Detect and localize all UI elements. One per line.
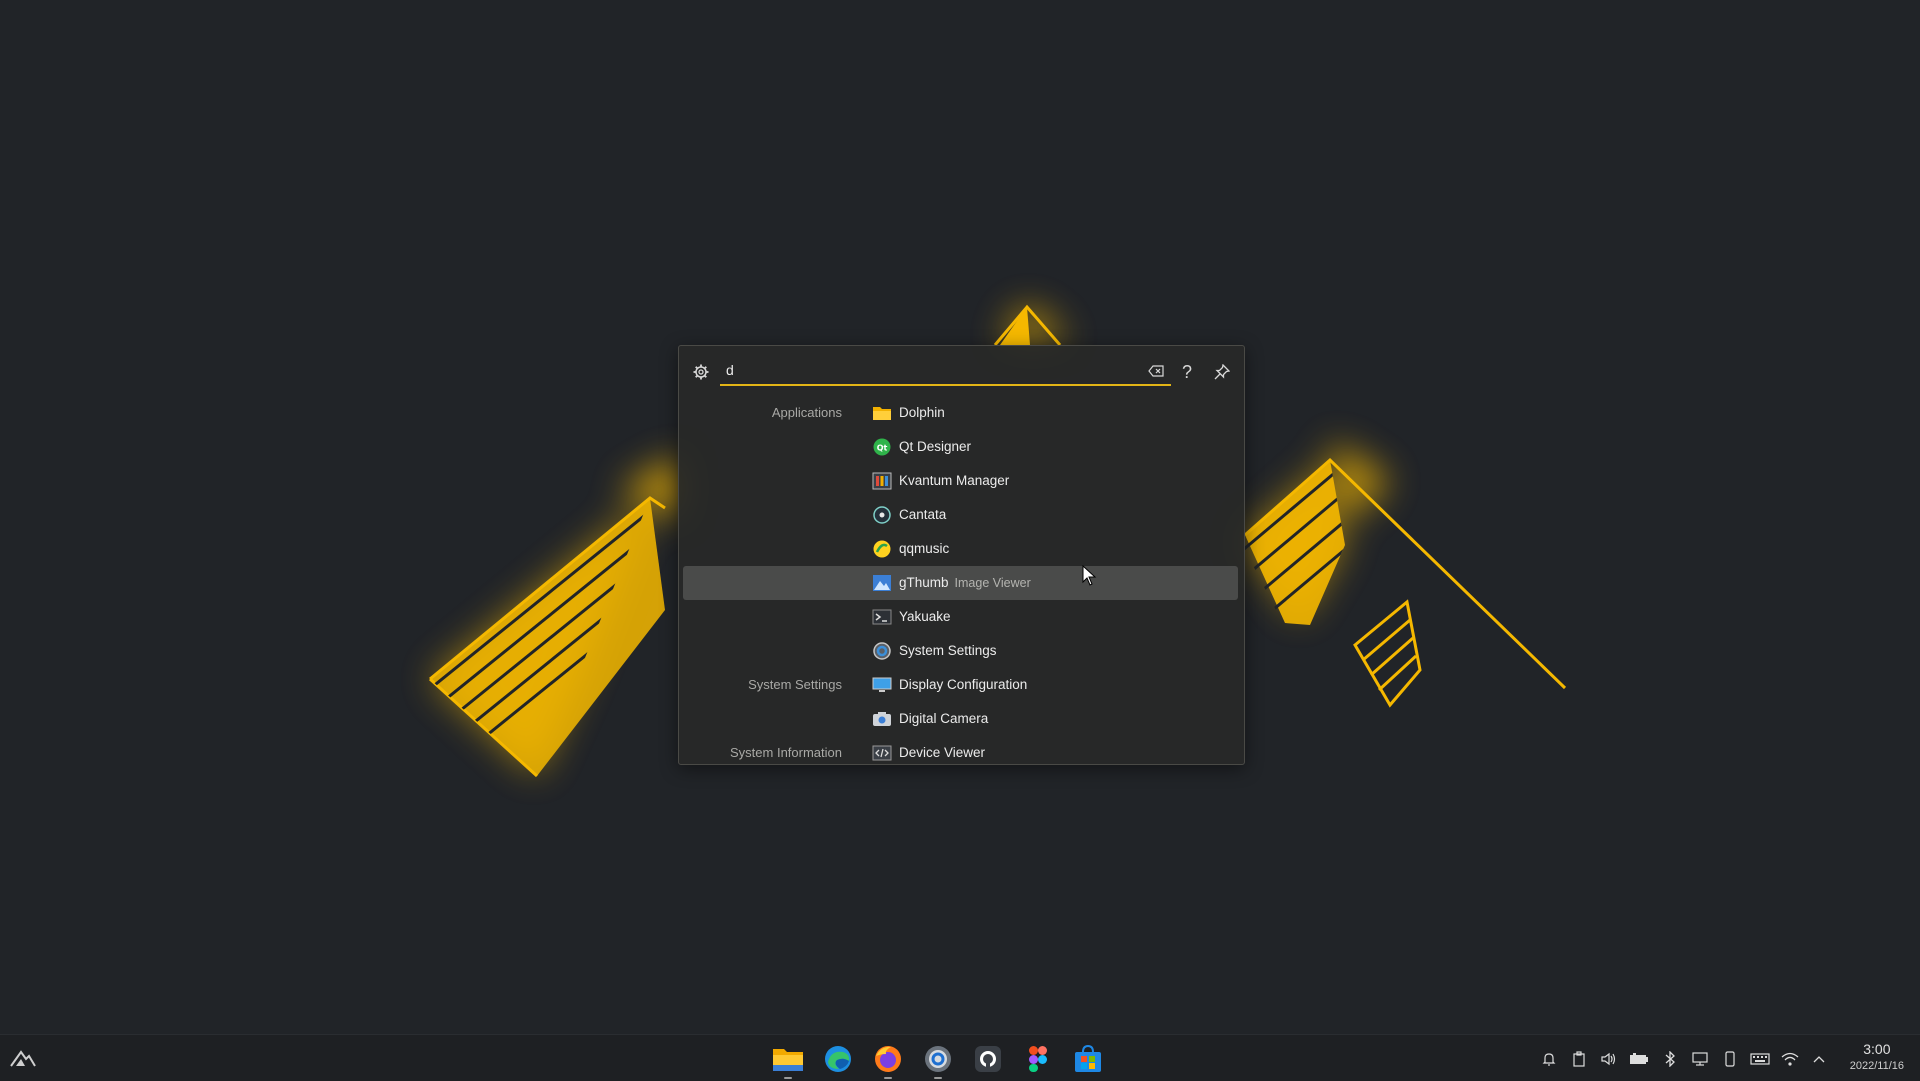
application-launcher[interactable] (8, 1044, 38, 1072)
result-kvantum-manager[interactable]: Kvantum Manager (683, 464, 1238, 498)
tray-clipboard[interactable] (1569, 1049, 1589, 1069)
clock-time: 3:00 (1863, 1041, 1891, 1057)
pin-icon (1214, 364, 1230, 380)
tray-keyboard[interactable] (1750, 1049, 1770, 1069)
taskbar: 3:00 2022/11/16 (0, 1034, 1920, 1081)
camera-icon (873, 712, 891, 726)
result-dolphin[interactable]: Applications Dolphin (683, 396, 1238, 430)
cantata-icon (873, 506, 891, 524)
tray-phone[interactable] (1720, 1049, 1740, 1069)
digital-clock[interactable]: 3:00 2022/11/16 (1850, 1041, 1904, 1072)
running-indicator (934, 1077, 942, 1079)
search-input[interactable] (720, 356, 1132, 384)
display-icon (872, 677, 892, 692)
clipboard-icon (1573, 1051, 1585, 1067)
help-button[interactable]: ? (1173, 358, 1201, 386)
krunner-window: ? Applications Dolphin Qt Qt Designer (678, 345, 1245, 765)
mouse-cursor-icon (1082, 565, 1097, 586)
firefox-icon (875, 1046, 901, 1072)
qqmusic-icon (873, 540, 891, 558)
bluetooth-icon (1665, 1051, 1675, 1067)
settings-icon (873, 642, 891, 660)
expand-tray-icon (1813, 1056, 1825, 1063)
notification-icon (1542, 1053, 1556, 1066)
task-edge[interactable] (820, 1042, 856, 1076)
result-device-viewer[interactable]: System Information Device Viewer (683, 736, 1238, 770)
volume-icon (1601, 1052, 1616, 1066)
task-github[interactable] (970, 1042, 1006, 1076)
result-title: Yakuake (899, 609, 951, 624)
result-title: Device Viewer (899, 745, 986, 760)
result-category: System Settings (748, 677, 842, 692)
result-title: gThumb Image Viewer (899, 566, 1031, 600)
search-box (720, 356, 1171, 386)
result-title: Cantata (899, 507, 947, 522)
tray-notifications[interactable] (1539, 1049, 1559, 1069)
result-title: qqmusic (899, 541, 950, 556)
tray-expand[interactable] (1809, 1049, 1829, 1069)
phone-icon (1725, 1051, 1735, 1067)
result-yakuake[interactable]: Yakuake (683, 600, 1238, 634)
tray-volume[interactable] (1599, 1049, 1619, 1069)
gear-icon (693, 364, 709, 380)
launcher-icon (10, 1050, 36, 1067)
folder-icon (873, 407, 891, 420)
keyboard-icon (1750, 1053, 1770, 1065)
github-icon (975, 1046, 1001, 1072)
network-icon (1692, 1052, 1708, 1066)
store-icon (1075, 1044, 1101, 1072)
pin-button[interactable] (1208, 358, 1236, 386)
clear-icon (1148, 365, 1164, 377)
task-firefox[interactable] (870, 1042, 906, 1079)
result-qqmusic[interactable]: qqmusic (683, 532, 1238, 566)
tray-battery[interactable] (1629, 1049, 1649, 1069)
tray-bluetooth[interactable] (1660, 1049, 1680, 1069)
result-title: System Settings (899, 643, 997, 658)
device-viewer-icon (872, 745, 892, 761)
battery-icon (1630, 1053, 1648, 1064)
kvantum-icon (872, 472, 892, 490)
result-display-configuration[interactable]: System Settings Display Configuration (683, 668, 1238, 702)
result-digital-camera[interactable]: Digital Camera (683, 702, 1238, 736)
result-cantata[interactable]: Cantata (683, 498, 1238, 532)
terminal-icon (872, 609, 892, 625)
result-qt-designer[interactable]: Qt Qt Designer (683, 430, 1238, 464)
result-category: Applications (771, 405, 842, 420)
running-indicator (884, 1077, 892, 1079)
result-title: Display Configuration (899, 677, 1028, 692)
clear-search-button[interactable] (1145, 360, 1167, 382)
tray-network[interactable] (1690, 1049, 1710, 1069)
system-settings-icon (925, 1046, 951, 1072)
result-system-settings[interactable]: System Settings (683, 634, 1238, 668)
settings-button[interactable] (687, 358, 715, 386)
task-system-settings[interactable] (920, 1042, 956, 1079)
image-viewer-icon (873, 575, 891, 591)
result-category: System Information (730, 745, 842, 760)
result-title: Qt Designer (899, 439, 972, 454)
task-figma[interactable] (1020, 1042, 1056, 1076)
svg-text:Qt: Qt (877, 444, 888, 453)
clock-date: 2022/11/16 (1849, 1060, 1904, 1072)
figma-icon (1029, 1046, 1047, 1072)
edge-icon (825, 1046, 851, 1072)
qt-designer-icon: Qt (873, 438, 891, 456)
result-title: Dolphin (899, 405, 945, 420)
help-icon: ? (1181, 361, 1192, 382)
tray-wifi[interactable] (1780, 1049, 1800, 1069)
task-file-manager[interactable] (770, 1042, 806, 1079)
result-gthumb[interactable]: gThumb Image Viewer (683, 566, 1238, 600)
wifi-icon (1781, 1052, 1799, 1066)
result-subtitle: Image Viewer (954, 576, 1031, 590)
result-title: Digital Camera (899, 711, 989, 726)
running-indicator (784, 1077, 792, 1079)
results-list: Applications Dolphin Qt Qt Designer Kvan… (683, 396, 1238, 770)
result-title-text: gThumb (899, 575, 949, 590)
result-title: Kvantum Manager (899, 473, 1010, 488)
file-manager-icon (773, 1049, 803, 1071)
task-store[interactable] (1070, 1042, 1106, 1076)
